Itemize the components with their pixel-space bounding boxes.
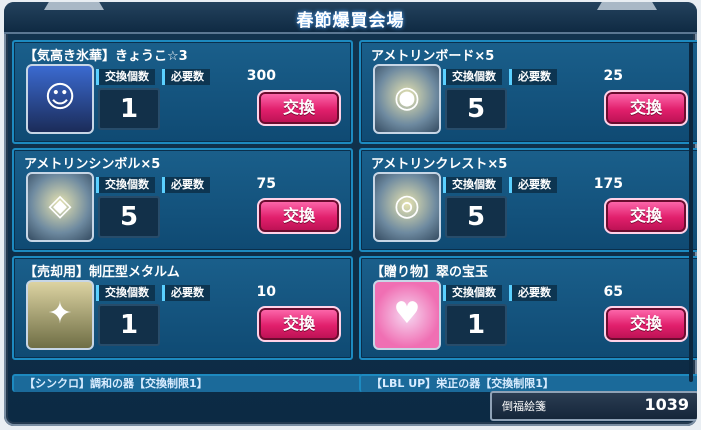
exchange-card: 【気高き氷華】きょうこ☆3 ☺ 交換個数 必要数 300 1 交換 [12, 40, 353, 144]
item-name: 【贈り物】翠の宝玉 [371, 265, 489, 280]
required-value: 25 [603, 68, 623, 84]
exchange-grid: 【気高き氷華】きょうこ☆3 ☺ 交換個数 必要数 300 1 交換 アメトリンボ… [4, 40, 697, 392]
jade-gem-icon[interactable]: ♥ [373, 280, 441, 350]
currency-label: 倒福絵箋 [502, 400, 546, 413]
required-value: 300 [246, 68, 276, 84]
exchange-button[interactable]: 交換 [604, 306, 688, 342]
quantity-value: 1 [98, 304, 160, 346]
quantity-label: 交換個数 [443, 285, 502, 301]
exchange-button[interactable]: 交換 [604, 90, 688, 126]
required-value: 65 [603, 284, 623, 300]
exchange-card: アメトリンクレスト×5 ◎ 交換個数 必要数 175 5 交換 [359, 148, 697, 252]
quantity-value: 1 [98, 88, 160, 130]
quantity-value: 5 [445, 88, 507, 130]
exchange-card-partial[interactable]: 【シンクロ】調和の器【交換制限1】 [12, 374, 363, 392]
item-name: アメトリンシンボル×5 [24, 157, 161, 172]
item-name: 【売却用】制圧型メタルム [24, 265, 180, 280]
title-bar: 春節爆買会場 [4, 2, 697, 34]
exchange-button[interactable]: 交換 [257, 90, 341, 126]
item-name: アメトリンボード×5 [371, 49, 495, 64]
exchange-button[interactable]: 交換 [257, 198, 341, 234]
required-value: 75 [256, 176, 276, 192]
crest-ring-icon[interactable]: ◎ [373, 172, 441, 242]
quantity-label: 交換個数 [96, 177, 155, 193]
character-portrait-icon[interactable]: ☺ [26, 64, 94, 134]
exchange-card: アメトリンボード×5 ◉ 交換個数 必要数 25 5 交換 [359, 40, 697, 144]
currency-display: 倒福絵箋 1039 [490, 391, 697, 421]
required-value: 10 [256, 284, 276, 300]
exchange-card: アメトリンシンボル×5 ◈ 交換個数 必要数 75 5 交換 [12, 148, 353, 252]
metallum-icon[interactable]: ✦ [26, 280, 94, 350]
exchange-card: 【売却用】制圧型メタルム ✦ 交換個数 必要数 10 1 交換 [12, 256, 353, 360]
item-name: アメトリンクレスト×5 [371, 157, 508, 172]
required-value: 175 [593, 176, 623, 192]
quantity-label: 交換個数 [443, 69, 502, 85]
page-title: 春節爆買会場 [296, 11, 405, 31]
board-disc-icon[interactable]: ◉ [373, 64, 441, 134]
exchange-card-partial[interactable]: 【LBL UP】栄正の器【交換制限1】 [359, 374, 697, 392]
exchange-button[interactable]: 交換 [257, 306, 341, 342]
currency-value: 1039 [644, 395, 689, 414]
quantity-label: 交換個数 [96, 69, 155, 85]
scrollbar[interactable] [689, 42, 693, 382]
quantity-value: 5 [98, 196, 160, 238]
quantity-value: 1 [445, 304, 507, 346]
shop-window: 春節爆買会場 【気高き氷華】きょうこ☆3 ☺ 交換個数 必要数 300 1 交換… [4, 2, 697, 426]
item-name: 【気高き氷華】きょうこ☆3 [24, 49, 188, 64]
quantity-label: 交換個数 [96, 285, 155, 301]
quantity-label: 交換個数 [443, 177, 502, 193]
quantity-value: 5 [445, 196, 507, 238]
exchange-card: 【贈り物】翠の宝玉 ♥ 交換個数 必要数 65 1 交換 [359, 256, 697, 360]
exchange-button[interactable]: 交換 [604, 198, 688, 234]
symbol-badge-icon[interactable]: ◈ [26, 172, 94, 242]
